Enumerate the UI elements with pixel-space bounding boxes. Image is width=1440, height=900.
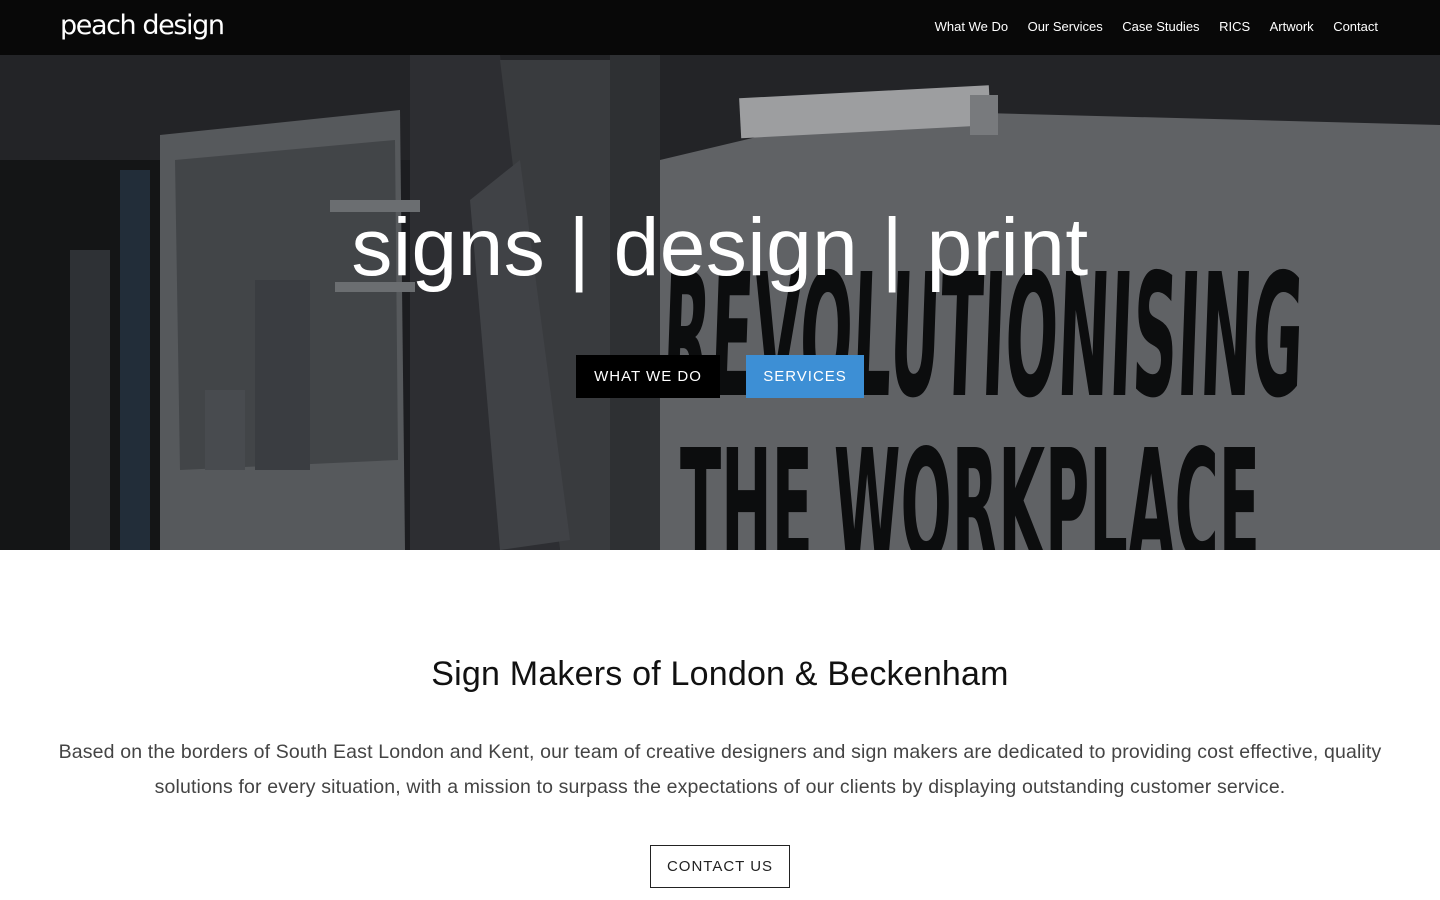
nav-artwork[interactable]: Artwork xyxy=(1270,18,1314,36)
intro-title: Sign Makers of London & Beckenham xyxy=(431,655,1009,693)
services-button[interactable]: SERVICES xyxy=(746,355,864,398)
hero-button-group: WHAT WE DO SERVICES xyxy=(0,355,1440,398)
contact-us-button[interactable]: CONTACT US xyxy=(650,845,790,888)
nav-contact[interactable]: Contact xyxy=(1333,18,1378,36)
nav-case-studies[interactable]: Case Studies xyxy=(1122,18,1199,36)
hero-section: REVOLUTIONISING THE WORKPLACE signs | de… xyxy=(0,0,1440,550)
nav-what-we-do[interactable]: What We Do xyxy=(935,18,1008,36)
site-header: peach design What We Do Our Services Cas… xyxy=(0,0,1440,55)
main-nav: What We Do Our Services Case Studies RIC… xyxy=(935,18,1378,36)
nav-rics[interactable]: RICS xyxy=(1219,18,1250,36)
hero-headline: signs | design | print xyxy=(351,202,1089,293)
nav-our-services[interactable]: Our Services xyxy=(1028,18,1103,36)
what-we-do-button[interactable]: WHAT WE DO xyxy=(576,355,720,398)
intro-paragraph: Based on the borders of South East Londo… xyxy=(58,741,1382,798)
logo[interactable]: peach design xyxy=(60,8,225,44)
